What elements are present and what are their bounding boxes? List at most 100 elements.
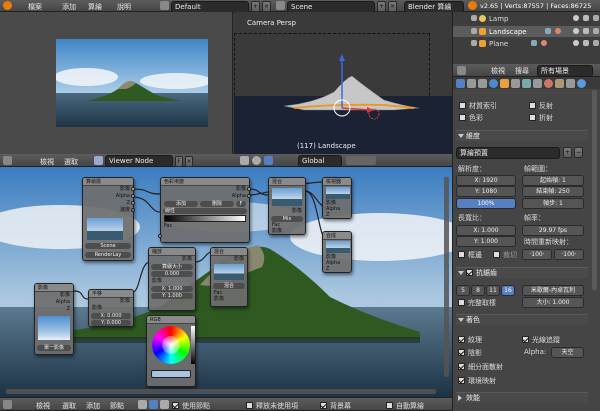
render-layer-field[interactable]: RenderLay: [85, 252, 131, 258]
composite-node[interactable]: 合成 影像 Alpha Z: [322, 231, 352, 273]
checkbox[interactable]: [458, 377, 465, 384]
socket-in[interactable]: [158, 234, 162, 238]
outliner-row-landscape[interactable]: Landscape: [453, 26, 600, 37]
single-image-select[interactable]: 單一影像: [37, 345, 71, 351]
color-swatch[interactable]: [151, 370, 191, 378]
outliner-editor-icon[interactable]: [457, 66, 466, 75]
expand-icon[interactable]: [471, 15, 477, 21]
render-layers-node[interactable]: 算繪層 影像 Alpha Z 速度 Scene RenderLay: [82, 177, 134, 261]
node-header[interactable]: 影像: [35, 284, 73, 292]
image-icon[interactable]: [94, 156, 103, 165]
filter-size-field[interactable]: 大小: 1.000: [522, 297, 584, 308]
mix-node-lower[interactable]: 混合 影像 混合 Fac 影像: [210, 247, 248, 307]
checkbox[interactable]: [386, 402, 393, 409]
interpolation-select[interactable]: 線性: [163, 208, 247, 214]
expand-icon[interactable]: [471, 40, 477, 46]
checkbox[interactable]: [458, 299, 465, 306]
checkbox[interactable]: [458, 363, 465, 370]
mix-node[interactable]: 混合 影像 Mix Fac 影像: [268, 177, 306, 235]
node-header[interactable]: 檢視器: [323, 178, 351, 186]
shading-section-header[interactable]: 著色: [456, 314, 588, 325]
scale-y-field[interactable]: Y: 1.000: [151, 293, 193, 299]
add-stop-button[interactable]: 添加: [164, 201, 198, 207]
outliner-filter-select[interactable]: 所有場景: [537, 65, 593, 77]
viewport-shading-icon[interactable]: [240, 156, 249, 165]
aa-sample-11[interactable]: 11: [486, 285, 500, 296]
expand-icon[interactable]: [471, 28, 477, 34]
shader-nodes-icon[interactable]: [138, 400, 147, 409]
resolution-x-field[interactable]: X: 1920: [456, 175, 516, 186]
checkbox[interactable]: [522, 336, 529, 343]
blend-mode-select[interactable]: 混合: [213, 283, 245, 289]
visibility-icon[interactable]: [573, 15, 579, 21]
outliner-label[interactable]: Plane: [489, 40, 508, 48]
node-header[interactable]: 混合: [211, 248, 247, 256]
menu-help[interactable]: 說明: [117, 2, 131, 12]
socket-out[interactable]: [131, 194, 135, 198]
texture-tab-icon[interactable]: [555, 79, 564, 88]
resolution-y-field[interactable]: Y: 1080: [456, 186, 516, 197]
properties-scrollbar[interactable]: [592, 90, 597, 290]
remap-old-field[interactable]: ·100·: [522, 249, 552, 260]
outliner-row-plane[interactable]: Plane: [453, 39, 600, 50]
aa-sample-16[interactable]: 16: [501, 285, 515, 296]
image-node[interactable]: 影像 影像 Alpha Z 單一影像: [34, 283, 74, 355]
fake-user-button[interactable]: F: [175, 156, 183, 167]
checkbox[interactable]: [458, 336, 465, 343]
dimensions-section-header[interactable]: 維度: [456, 130, 588, 141]
anti-aliasing-section-header[interactable]: 抗鋸齒: [456, 267, 588, 278]
node-compositor-area[interactable]: 算繪層 影像 Alpha Z 速度 Scene RenderLay 色彩漸變 影…: [0, 167, 452, 397]
select-icon[interactable]: [583, 15, 589, 21]
node-menu-node[interactable]: 節點: [110, 401, 124, 411]
node-menu-view[interactable]: 檢視: [36, 401, 50, 411]
menu-file[interactable]: 檔案: [28, 2, 42, 12]
flip-ramp-button[interactable]: F: [236, 201, 246, 207]
node-header[interactable]: RGB: [147, 316, 195, 324]
object-tab-icon[interactable]: [500, 79, 509, 88]
remove-layout-button[interactable]: ×: [262, 1, 271, 12]
backdrop-option[interactable]: 背景幕: [320, 401, 351, 411]
physics-tab-icon[interactable]: [577, 79, 586, 88]
checkbox[interactable]: [459, 102, 466, 109]
checkbox[interactable]: [529, 102, 536, 109]
resolution-percent-field[interactable]: 100%: [456, 198, 516, 209]
outliner-menu-view[interactable]: 檢視: [491, 66, 505, 76]
menu-view[interactable]: 檢視: [40, 157, 54, 167]
material-tab-icon[interactable]: [544, 79, 553, 88]
render-preset-select[interactable]: 算繪預置: [456, 147, 560, 159]
render-icon[interactable]: [593, 15, 599, 21]
remap-new-field[interactable]: ·100·: [554, 249, 584, 260]
checkbox[interactable]: [458, 349, 465, 356]
orientation-select[interactable]: Global: [298, 155, 342, 167]
crop-option[interactable]: 裁切: [493, 250, 517, 260]
pivot-icon[interactable]: [252, 156, 261, 165]
aa-filter-select[interactable]: 米歇爾-內卓瓦利: [522, 285, 584, 296]
node-editor-scrollbar[interactable]: [6, 389, 436, 394]
checkbox[interactable]: [529, 114, 536, 121]
scene-icon[interactable]: [276, 1, 285, 10]
node-header[interactable]: 縮放: [149, 248, 195, 256]
socket-out[interactable]: [131, 201, 135, 205]
checkbox[interactable]: [458, 251, 465, 258]
refraction-option[interactable]: 折射: [529, 113, 553, 123]
textures-option[interactable]: 紋理: [458, 335, 482, 345]
scale-value-field[interactable]: 0.000: [151, 271, 193, 277]
remove-preset-button[interactable]: −: [574, 147, 583, 158]
delete-stop-button[interactable]: 刪除: [200, 201, 234, 207]
node-menu-add[interactable]: 添加: [86, 401, 100, 411]
modifier-tab-icon[interactable]: [522, 79, 531, 88]
render-tab-icon[interactable]: [456, 79, 465, 88]
compositing-nodes-icon[interactable]: [149, 400, 158, 409]
auto-render-option[interactable]: 自動算繪: [386, 401, 424, 411]
aspect-x-field[interactable]: X: 1.000: [456, 225, 516, 236]
outliner-menu-search[interactable]: 搜尋: [515, 66, 529, 76]
node-menu-select[interactable]: 選取: [62, 401, 76, 411]
remove-scene-button[interactable]: ×: [388, 1, 397, 12]
menu-render[interactable]: 算繪: [88, 2, 102, 12]
node-header[interactable]: 平移: [89, 290, 133, 298]
color-option[interactable]: 色彩: [459, 113, 483, 123]
outliner-label[interactable]: Landscape: [489, 28, 527, 36]
free-unused-option[interactable]: 釋放未使用項: [246, 401, 298, 411]
env-map-option[interactable]: 環境映射: [458, 376, 496, 386]
aa-sample-8[interactable]: 8: [471, 285, 485, 296]
